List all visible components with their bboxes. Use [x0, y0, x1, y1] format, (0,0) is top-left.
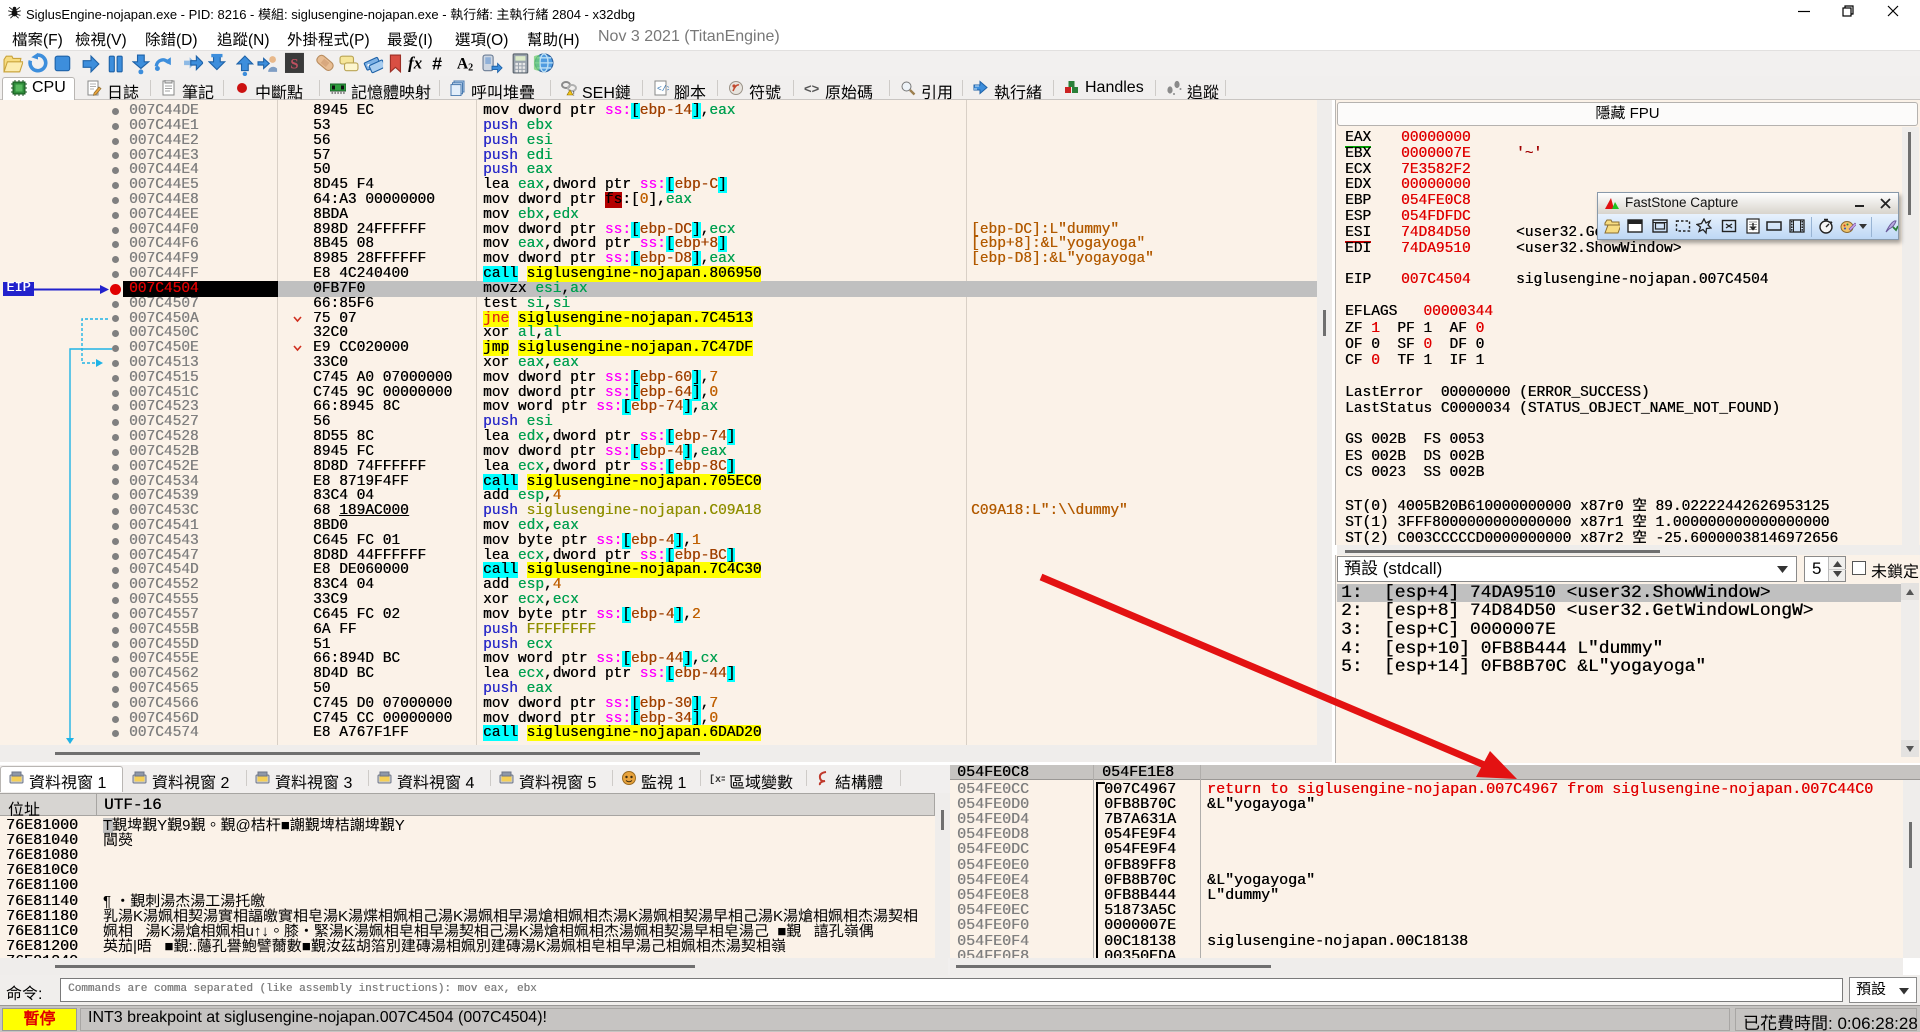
svg-text:[x=]: [x=] — [709, 774, 725, 786]
svg-text:2: 2 — [468, 63, 473, 74]
svg-text:A: A — [457, 55, 469, 72]
svg-text:S: S — [290, 56, 298, 72]
svg-text:#: # — [432, 54, 442, 74]
svg-text:<>: <> — [804, 81, 820, 96]
svg-text:fx: fx — [408, 53, 422, 72]
svg-text:</>: </> — [657, 85, 669, 94]
svg-text:!: ! — [573, 92, 575, 97]
